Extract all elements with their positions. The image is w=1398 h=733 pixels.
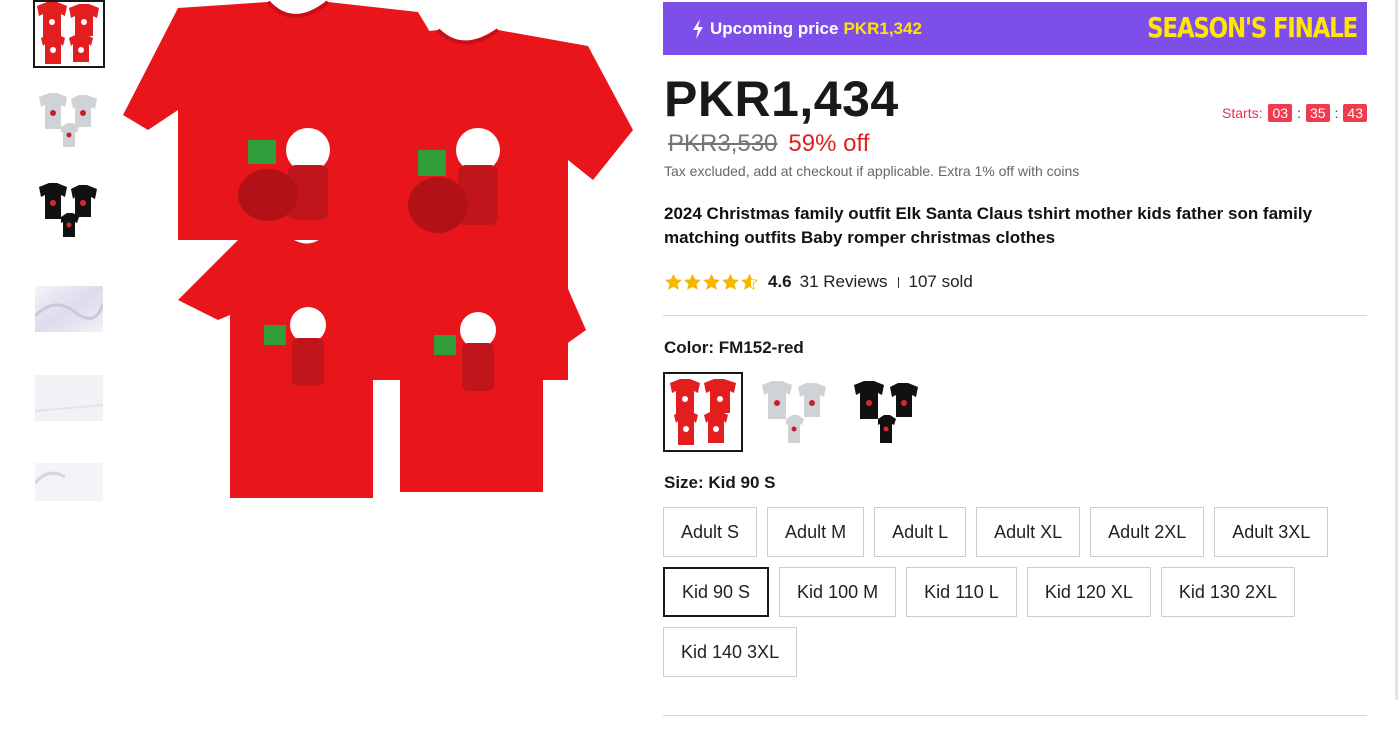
thumbnail-fabric-3[interactable] [33, 458, 105, 506]
size-option[interactable]: Adult L [874, 507, 967, 557]
countdown-separator: : [1334, 105, 1339, 121]
size-option[interactable]: Adult M [767, 507, 865, 557]
countdown-label: Starts: [1222, 105, 1263, 121]
size-option[interactable]: Kid 110 L [906, 567, 1017, 617]
color-label: Color: FM152-red [664, 338, 804, 357]
swatch-black-image [850, 375, 924, 449]
countdown-minutes: 35 [1305, 104, 1330, 122]
star-icon [703, 273, 720, 290]
product-info: Upcoming price PKR1,342 SEASON'S FINALE … [663, 0, 1367, 733]
size-option[interactable]: Adult 2XL [1090, 507, 1205, 557]
main-product-image[interactable] [118, 0, 638, 505]
family-tshirts-illustration [118, 0, 638, 505]
original-price: PKR3,530 [668, 130, 778, 157]
size-option[interactable]: Adult 3XL [1214, 507, 1329, 557]
thumbnail-red-family[interactable] [33, 0, 105, 68]
color-swatch-grey[interactable] [755, 372, 835, 452]
star-icon [741, 273, 758, 290]
thumbnail-black-image [35, 179, 103, 243]
swatch-red-image [666, 375, 740, 449]
price-comparison: PKR3,530 59% off [668, 130, 869, 158]
thumbnail-fabric-2[interactable] [33, 365, 105, 431]
product-title: 2024 Christmas family outfit Elk Santa C… [664, 204, 1313, 247]
thumbnail-black-family[interactable] [33, 178, 105, 244]
thumbnail-grey-image [35, 89, 103, 153]
size-row-kid: Kid 90 S Kid 100 M Kid 110 L Kid 120 XL … [663, 567, 1367, 617]
thumbnail-fabric-1[interactable] [33, 276, 105, 342]
size-option[interactable]: Adult S [663, 507, 758, 557]
countdown-timer: Starts: 03 : 35 : 43 [1222, 104, 1367, 122]
star-icon [722, 273, 739, 290]
thumbnail-fabric-image [35, 463, 103, 501]
countdown-hours: 03 [1268, 104, 1293, 122]
reviews-link[interactable]: 31 Reviews [800, 272, 888, 292]
color-swatch-black[interactable] [847, 372, 927, 452]
size-option[interactable]: Kid 140 3XL [663, 627, 798, 677]
rating-divider [897, 276, 899, 288]
size-option[interactable]: Kid 100 M [779, 567, 897, 617]
thumbnail-red-image [35, 2, 103, 66]
size-row-kid-2: Kid 140 3XL [663, 627, 1367, 677]
thumbnail-fabric-image [35, 286, 103, 332]
season-finale-tag: SEASON'S FINALE [1147, 11, 1358, 44]
color-options [663, 372, 927, 452]
star-icon [684, 273, 701, 290]
size-label: Size: Kid 90 S [664, 473, 776, 492]
upcoming-price-banner: Upcoming price PKR1,342 SEASON'S FINALE [663, 2, 1367, 55]
size-option[interactable]: Kid 130 2XL [1160, 567, 1295, 617]
swatch-grey-image [758, 375, 832, 449]
star-rating [665, 273, 758, 291]
countdown-seconds: 43 [1343, 104, 1367, 122]
thumbnail-fabric-image [35, 375, 103, 421]
sold-count: 107 sold [908, 272, 973, 291]
section-divider [663, 715, 1367, 716]
size-option[interactable]: Adult XL [976, 507, 1081, 557]
size-row-adult: Adult S Adult M Adult L Adult XL Adult 2… [663, 507, 1367, 557]
upcoming-price-value: PKR1,342 [843, 18, 922, 38]
upcoming-price-label: Upcoming price [710, 18, 839, 38]
countdown-separator: : [1297, 105, 1301, 121]
rating-summary: 4.6 31 Reviews 107 sold [665, 272, 973, 292]
discount-percent: 59% off [788, 130, 870, 157]
tax-note: Tax excluded, add at checkout if applica… [664, 163, 1080, 179]
rating-value: 4.6 [768, 272, 792, 291]
color-swatch-red[interactable] [663, 372, 743, 452]
size-option[interactable]: Kid 120 XL [1026, 567, 1151, 617]
current-price: PKR1,434 [664, 71, 899, 127]
bolt-icon [693, 18, 703, 39]
thumbnail-grey-family[interactable] [33, 88, 105, 154]
size-option-selected[interactable]: Kid 90 S [663, 567, 770, 617]
section-divider [663, 315, 1367, 316]
star-icon [665, 273, 682, 290]
size-options: Adult S Adult M Adult L Adult XL Adult 2… [663, 507, 1367, 687]
